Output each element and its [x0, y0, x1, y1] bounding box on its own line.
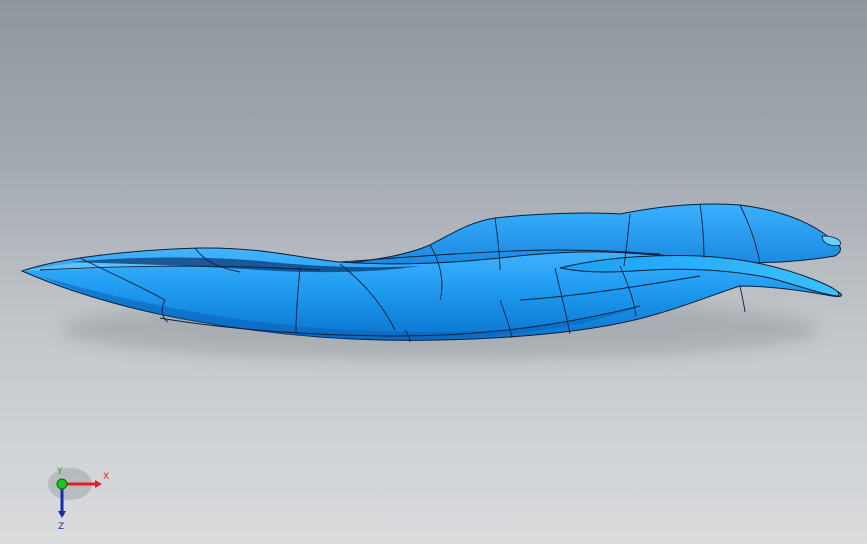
coordinate-triad: X Y Z	[40, 462, 120, 532]
triad-graphic: X Y Z	[48, 467, 109, 532]
triad-y-label: Y	[56, 467, 63, 477]
3d-model[interactable]	[0, 0, 867, 544]
triad-z-label: Z	[58, 522, 64, 532]
triad-x-label: X	[103, 472, 109, 482]
graphics-viewport[interactable]: X Y Z	[0, 0, 867, 544]
